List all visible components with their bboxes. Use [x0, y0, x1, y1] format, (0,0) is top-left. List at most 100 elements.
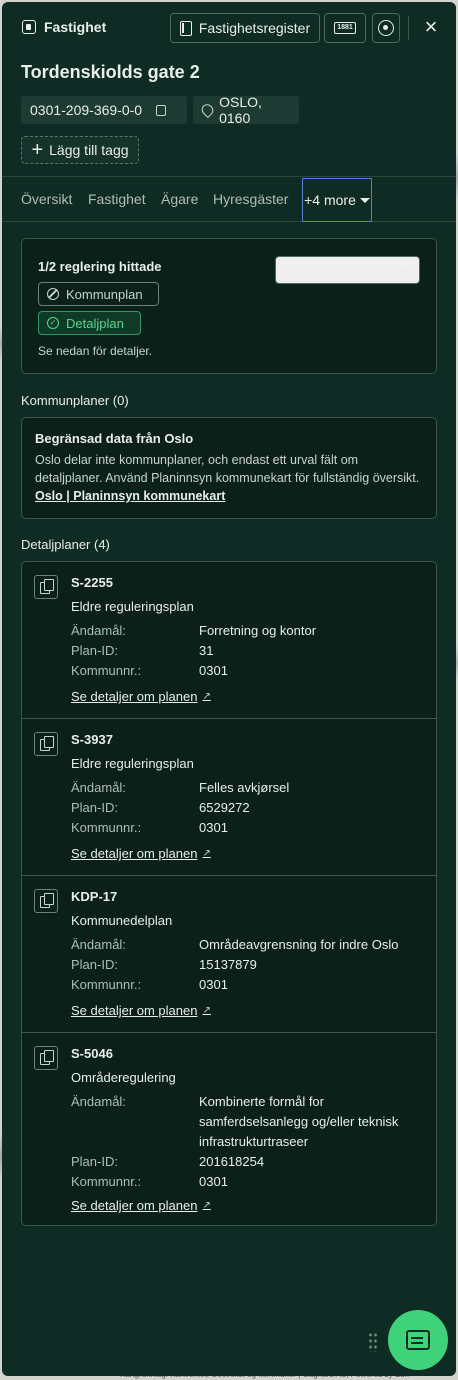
caret-down-icon	[359, 197, 370, 203]
regulation-card: 1/2 reglering hittade Aktivera kartlager…	[21, 238, 437, 374]
plan-details-label: Se detaljer om planen	[71, 1003, 198, 1018]
municipality-value: 0301	[199, 663, 228, 678]
plan-details-link[interactable]: Se detaljer om planen ↗	[71, 846, 211, 861]
copy-plan-icon	[34, 1046, 58, 1070]
municipality-value: 0301	[199, 1174, 228, 1189]
tab-more[interactable]: +4 more	[302, 178, 372, 222]
activate-map-layer-button[interactable]: Aktivera kartlager	[275, 256, 420, 284]
copy-plan-icon	[34, 889, 58, 913]
plan-details-link[interactable]: Se detaljer om planen ↗	[71, 1198, 211, 1213]
detaljplaner-title: Detaljplaner (4)	[21, 537, 110, 552]
plan-id-value: 201618254	[199, 1154, 265, 1169]
plan-id-label: Plan-ID:	[71, 957, 118, 972]
plan-id-label: Plan-ID:	[71, 800, 118, 815]
municipality-label: Kommunnr.:	[71, 820, 142, 835]
panel-header: Fastighet Fastighetsregister 1881 ×	[2, 2, 456, 52]
tab-oversikt[interactable]: Översikt	[21, 191, 72, 207]
add-tag-button[interactable]: + Lägg till tagg	[21, 136, 139, 164]
list-item: KDP-17 Kommunedelplan Ändamål: Områdeavg…	[22, 876, 436, 1033]
target-icon	[378, 20, 394, 36]
external-link-icon: ↗	[202, 848, 211, 859]
property-register-label: Fastighetsregister	[198, 20, 311, 36]
book-icon	[179, 20, 192, 36]
external-link-icon: ↗	[202, 1005, 211, 1016]
regulation-heading: 1/2 reglering hittade	[38, 259, 162, 274]
purpose-value: Forretning og kontor	[199, 623, 317, 638]
map-pin-icon	[199, 101, 216, 119]
plan-type: Eldre reguleringsplan	[71, 599, 194, 614]
brand-label: Fastighet	[44, 19, 107, 35]
prohibited-icon	[47, 288, 59, 300]
kommunplaner-title: Kommunplaner (0)	[21, 393, 129, 408]
chat-button[interactable]	[388, 1310, 448, 1370]
planinnsyn-link[interactable]: Oslo | Planinnsyn kommunekart	[35, 489, 225, 503]
plan-id-label: Plan-ID:	[71, 1154, 118, 1169]
property-id-chip[interactable]: 0301-209-369-0-0	[21, 96, 187, 124]
activate-map-layer-label: Aktivera kartlager	[287, 262, 390, 278]
caret-down-icon	[397, 267, 408, 273]
tab-agare[interactable]: Ägare	[161, 191, 198, 207]
drag-handle[interactable]	[368, 1332, 378, 1352]
detaljplan-label: Detaljplan	[66, 315, 124, 331]
1881-icon: 1881	[334, 22, 356, 34]
location-chip[interactable]: OSLO, 0160	[193, 94, 299, 126]
detaljplan-status: ✓ Detaljplan	[38, 311, 141, 335]
location-label: OSLO, 0160	[219, 94, 262, 126]
external-link-icon: ↗	[202, 1200, 211, 1211]
limited-data-text: Oslo delar inte kommunplaner, och endast…	[35, 451, 423, 505]
list-item: S-5046 Områderegulering Ändamål: Kombine…	[22, 1033, 436, 1225]
plan-details-label: Se detaljer om planen	[71, 1198, 198, 1213]
regulation-note: Se nedan för detaljer.	[38, 344, 153, 358]
plan-details-link[interactable]: Se detaljer om planen ↗	[71, 689, 211, 704]
limited-data-card: Begränsad data från Oslo Oslo delar inte…	[21, 417, 437, 519]
plan-code: S-3937	[71, 732, 113, 747]
plan-id-value: 31	[199, 643, 214, 658]
purpose-label: Ändamål:	[71, 780, 126, 795]
plan-type: Eldre reguleringsplan	[71, 756, 194, 771]
limited-data-body: Oslo delar inte kommunplaner, och endast…	[35, 453, 420, 485]
copy-plan-icon	[34, 732, 58, 756]
plan-details-label: Se detaljer om planen	[71, 689, 198, 704]
plan-code: S-5046	[71, 1046, 113, 1061]
property-register-button[interactable]: Fastighetsregister	[170, 13, 320, 43]
municipality-value: 0301	[199, 820, 228, 835]
property-panel: Fastighet Fastighetsregister 1881 × Tord…	[2, 2, 456, 1376]
purpose-label: Ändamål:	[71, 623, 126, 638]
check-circle-icon: ✓	[47, 317, 59, 329]
plan-details-label: Se detaljer om planen	[71, 846, 198, 861]
property-id: 0301-209-369-0-0	[30, 102, 143, 118]
copy-icon[interactable]	[156, 104, 167, 116]
copy-plan-icon	[34, 575, 58, 599]
tab-more-label: +4 more	[304, 192, 356, 208]
external-link-icon: ↗	[202, 691, 211, 702]
plan-code: KDP-17	[71, 889, 118, 904]
municipality-value: 0301	[199, 977, 228, 992]
municipality-label: Kommunnr.:	[71, 977, 142, 992]
kommunplan-status: Kommunplan	[38, 282, 159, 306]
brand: Fastighet	[22, 19, 106, 35]
header-divider	[408, 16, 409, 40]
add-tag-label: Lägg till tagg	[49, 142, 129, 158]
purpose-value: Felles avkjørsel	[199, 780, 290, 795]
tab-bar: Översikt Fastighet Ägare Hyresgäster +4 …	[2, 176, 456, 222]
1881-button[interactable]: 1881	[324, 13, 366, 43]
purpose-label: Ändamål:	[71, 1094, 126, 1109]
tab-hyresgaster[interactable]: Hyresgäster	[213, 191, 288, 207]
municipality-label: Kommunnr.:	[71, 663, 142, 678]
locate-button[interactable]	[372, 13, 400, 43]
purpose-value: Kombinerte formål for samferdselsanlegg …	[199, 1094, 399, 1149]
plan-code: S-2255	[71, 575, 113, 590]
plan-type: Områderegulering	[71, 1070, 176, 1085]
kommunplan-label: Kommunplan	[66, 286, 143, 302]
close-icon[interactable]: ×	[419, 16, 443, 40]
plan-id-value: 6529272	[199, 800, 250, 815]
page-title: Tordenskiolds gate 2	[21, 62, 200, 82]
list-item: S-3937 Eldre reguleringsplan Ändamål: Fe…	[22, 719, 436, 876]
municipality-label: Kommunnr.:	[71, 1174, 142, 1189]
chat-icon	[406, 1330, 430, 1350]
purpose-label: Ändamål:	[71, 937, 126, 952]
tab-fastighet[interactable]: Fastighet	[88, 191, 146, 207]
plan-details-link[interactable]: Se detaljer om planen ↗	[71, 1003, 211, 1018]
limited-data-heading: Begränsad data från Oslo	[35, 431, 194, 446]
list-item: S-2255 Eldre reguleringsplan Ändamål: Fo…	[22, 562, 436, 719]
